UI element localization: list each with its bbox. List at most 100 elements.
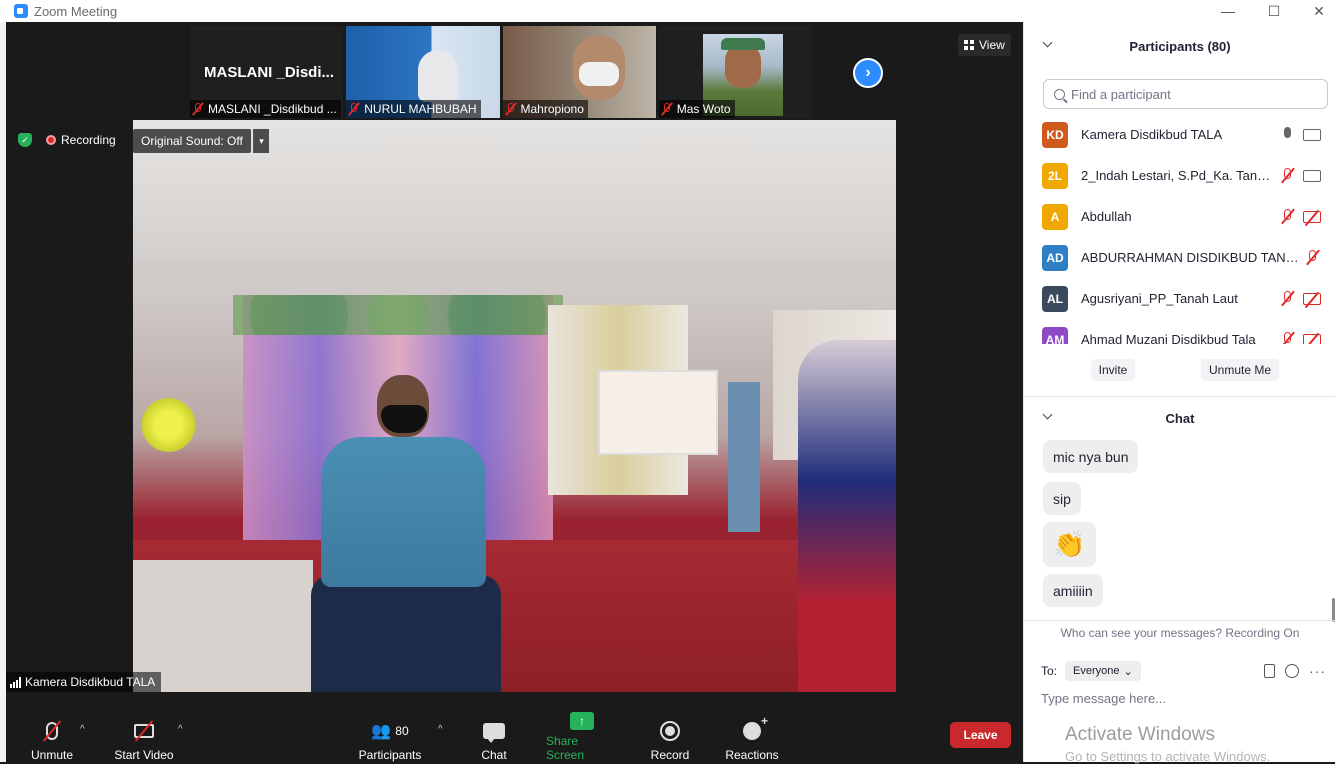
thumbnail-label: NURUL MAHBUBAH [346, 100, 481, 118]
active-speaker-video[interactable] [133, 120, 896, 692]
share-screen-button[interactable]: ↑ Share Screen [546, 712, 618, 762]
participant-row[interactable]: AL Agusriyani_PP_Tanah Laut [1024, 278, 1335, 319]
search-placeholder: Find a participant [1071, 86, 1171, 102]
muted-mic-icon[interactable] [1281, 208, 1295, 225]
mic-icon[interactable] [1281, 126, 1295, 143]
grid-icon [964, 40, 974, 50]
avatar: 2L [1042, 162, 1068, 189]
participant-row[interactable]: A Abdullah [1024, 196, 1335, 237]
muted-mic-icon [348, 102, 361, 116]
invite-button[interactable]: Invite [1091, 359, 1135, 381]
speaker-name-label: Kamera Disdikbud TALA [6, 672, 162, 692]
record-icon [660, 718, 680, 744]
camera-icon[interactable] [1303, 128, 1321, 141]
collapse-chevron-icon[interactable] [1042, 409, 1053, 420]
participant-row[interactable]: 2L 2_Indah Lestari, S.Pd_Ka. Tanah ... [1024, 155, 1335, 196]
participant-thumbnail[interactable]: MASLANI _Disdi... MASLANI _Disdikbud ... [190, 26, 344, 118]
muted-mic-icon[interactable] [1306, 249, 1320, 266]
participant-row[interactable]: AD ABDURRAHMAN DISDIKBUD TANAH... [1024, 237, 1335, 278]
participant-row[interactable]: AM Ahmad Muzani Disdikbud Tala [1024, 319, 1335, 344]
muted-mic-icon[interactable] [1281, 290, 1295, 307]
meeting-area: MASLANI _Disdi... MASLANI _Disdikbud ...… [6, 22, 1023, 762]
chat-message: sip [1043, 482, 1081, 515]
chat-header: Chat [1024, 403, 1335, 433]
participants-count: 80 [395, 724, 409, 738]
start-video-label: Start Video [114, 748, 174, 762]
start-video-button[interactable]: Start Video [112, 714, 176, 762]
search-icon [1054, 88, 1065, 100]
avatar: AM [1042, 326, 1068, 344]
participants-title: Participants (80) [1129, 38, 1231, 54]
recipient-value: Everyone [1073, 665, 1120, 677]
speaker-name: Kamera Disdikbud TALA [25, 675, 156, 689]
participant-name: 2_Indah Lestari, S.Pd_Ka. Tanah ... [1081, 168, 1277, 183]
participant-figure [418, 50, 459, 102]
chat-message: mic nya bun [1043, 440, 1139, 473]
participant-name: Agusriyani_PP_Tanah Laut [1081, 291, 1238, 306]
reactions-label: Reactions [725, 748, 779, 762]
thumbnail-label: Mahropiono [502, 100, 588, 118]
chat-recipient-row: To: Everyone ⌄ [1041, 661, 1141, 681]
collapse-chevron-icon[interactable] [1042, 37, 1053, 48]
maximize-button[interactable]: ☐ [1251, 0, 1297, 22]
thumbnail-name: Mahropiono [520, 102, 584, 116]
muted-mic-icon [42, 718, 62, 744]
record-button[interactable]: Record [648, 714, 692, 762]
chat-message-input[interactable]: Type message here... [1041, 691, 1166, 706]
emoji-icon[interactable] [1285, 664, 1299, 678]
participant-thumbnail[interactable]: Mas Woto [658, 26, 812, 118]
camera-off-icon[interactable] [1303, 291, 1321, 308]
view-button[interactable]: View [958, 34, 1011, 56]
unmute-button[interactable]: Unmute [28, 714, 76, 762]
chat-button[interactable]: Chat [476, 714, 512, 762]
participants-options-caret-icon[interactable]: ^ [438, 724, 443, 735]
thumbnail-name: Mas Woto [676, 102, 731, 116]
minimize-button[interactable]: — [1205, 0, 1251, 22]
camera-icon[interactable] [1303, 169, 1321, 182]
thumbnail-label: MASLANI _Disdikbud ... [190, 100, 341, 118]
file-icon[interactable] [1264, 664, 1275, 678]
leave-button[interactable]: Leave [950, 722, 1011, 748]
activate-windows-watermark: Activate Windows [1065, 724, 1215, 745]
participant-thumbnail[interactable]: NURUL MAHBUBAH [346, 26, 500, 118]
unmute-label: Unmute [30, 748, 74, 762]
camera-off-icon[interactable] [1303, 332, 1321, 344]
side-figure [798, 340, 896, 692]
participant-name: Kamera Disdikbud TALA [1081, 127, 1223, 142]
video-options-caret-icon[interactable]: ^ [178, 724, 183, 735]
participants-label: Participants [358, 748, 422, 762]
thumbnail-display-name: MASLANI _Disdi... [204, 64, 335, 81]
recording-status[interactable]: Recording [46, 130, 116, 150]
participant-search-input[interactable]: Find a participant [1043, 79, 1328, 109]
muted-mic-icon[interactable] [1281, 331, 1295, 344]
camera-off-icon[interactable] [1303, 209, 1321, 226]
meeting-toolbar: Unmute ^ Start Video ^ 👥 80 Participants … [6, 712, 1023, 762]
reactions-icon [743, 714, 768, 744]
close-button[interactable]: ✕ [1296, 0, 1335, 22]
unmute-me-button[interactable]: Unmute Me [1201, 359, 1279, 381]
video-off-icon [134, 718, 154, 744]
reactions-button[interactable]: Reactions [724, 714, 780, 762]
section-divider [1024, 620, 1335, 621]
avatar: A [1042, 203, 1068, 230]
more-options-icon[interactable]: ··· [1309, 663, 1326, 679]
avatar: KD [1042, 121, 1068, 148]
next-page-arrow-icon[interactable]: › [853, 58, 883, 88]
participant-row[interactable]: KD Kamera Disdikbud TALA [1024, 114, 1335, 155]
signal-strength-icon [10, 676, 21, 688]
recording-indicator: ✓ Recording [18, 130, 116, 150]
audio-options-caret-icon[interactable]: ^ [80, 724, 85, 735]
participant-thumbnail[interactable]: Mahropiono [502, 26, 656, 118]
who-can-see-link[interactable]: Who can see your messages? Recording On [1024, 626, 1335, 640]
original-sound-toggle[interactable]: Original Sound: Off [133, 129, 251, 153]
participants-button[interactable]: 👥 80 Participants [356, 714, 424, 762]
muted-mic-icon[interactable] [1281, 167, 1295, 184]
chat-icon [483, 718, 505, 744]
scene-garland [233, 295, 563, 335]
chat-message: amiiiin [1043, 574, 1103, 607]
share-screen-label: Share Screen [546, 734, 585, 762]
recipient-select[interactable]: Everyone ⌄ [1065, 661, 1141, 681]
encryption-shield-icon[interactable]: ✓ [18, 133, 32, 147]
original-sound-caret-icon[interactable]: ▾ [253, 129, 269, 153]
chat-message-clap-emoji: 👏 [1043, 522, 1096, 567]
